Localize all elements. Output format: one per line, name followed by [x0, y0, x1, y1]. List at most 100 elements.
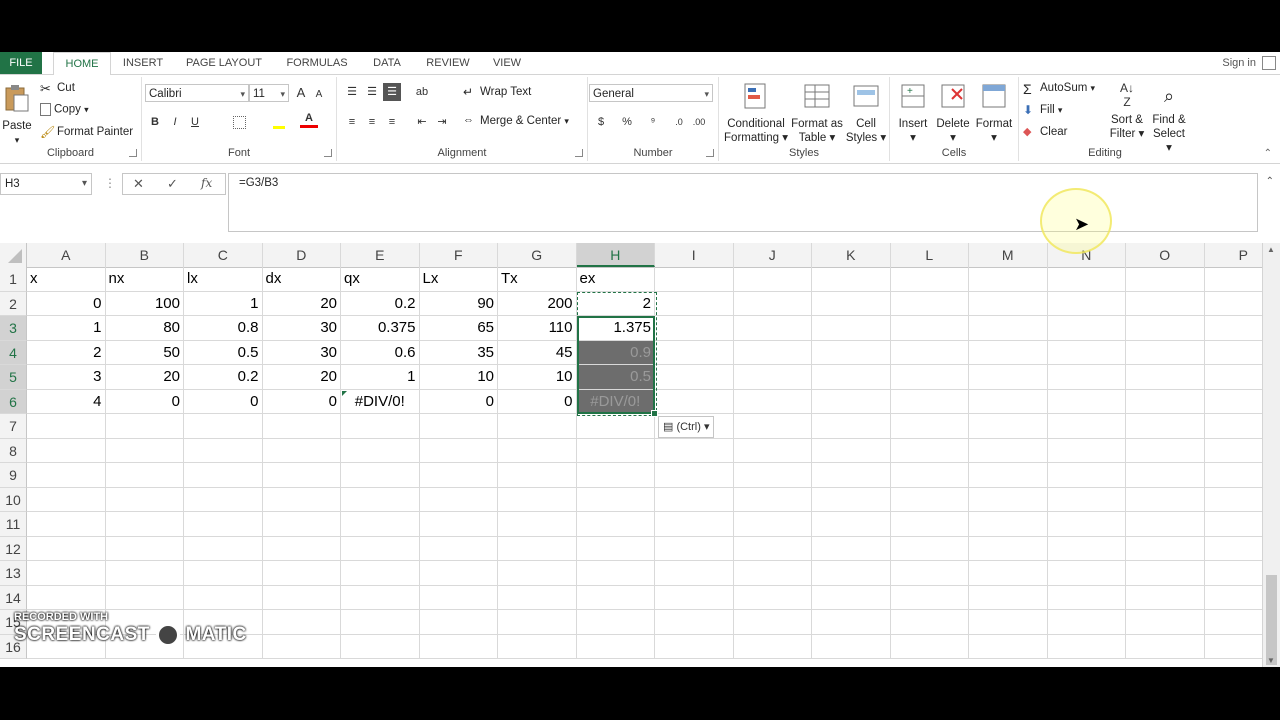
cell-e16[interactable]	[341, 634, 420, 659]
cell-f3[interactable]: 65	[419, 316, 498, 341]
cell-e2[interactable]: 0.2	[341, 291, 420, 316]
merge-center-button[interactable]: ⇔ Merge & Center ▾	[463, 114, 569, 128]
select-all-button[interactable]	[0, 243, 27, 267]
name-box[interactable]: H3	[0, 173, 92, 195]
cell-g6[interactable]: 0	[498, 389, 577, 414]
cell-f7[interactable]	[419, 414, 498, 439]
cell-g1[interactable]: Tx	[498, 267, 577, 292]
cell-a4[interactable]: 2	[27, 340, 106, 365]
cell-e4[interactable]: 0.6	[341, 340, 420, 365]
cell-h14[interactable]	[576, 585, 655, 610]
format-painter-button[interactable]: 🖌 Format Painter	[40, 125, 133, 139]
cell-j8[interactable]	[733, 438, 812, 463]
cell-g4[interactable]: 45	[498, 340, 577, 365]
cell-n16[interactable]	[1047, 634, 1126, 659]
cell-i1[interactable]	[655, 267, 734, 292]
cell-c13[interactable]	[184, 561, 263, 586]
conditional-formatting-button[interactable]: Conditional Formatting ▾	[723, 81, 789, 145]
cell-i15[interactable]	[655, 610, 734, 635]
cell-l16[interactable]	[890, 634, 969, 659]
column-header-i[interactable]: I	[655, 243, 734, 267]
borders-icon[interactable]	[230, 113, 248, 131]
format-as-table-button[interactable]: Format as Table ▾	[789, 81, 845, 145]
find-select-button[interactable]: ⌕ Find & Select ▾	[1149, 81, 1189, 155]
orientation-icon[interactable]: ab	[413, 83, 431, 101]
number-format-select[interactable]: General	[589, 84, 713, 103]
cell-d2[interactable]: 20	[262, 291, 341, 316]
cell-k15[interactable]	[812, 610, 891, 635]
cell-k2[interactable]	[812, 291, 891, 316]
cell-g9[interactable]	[498, 463, 577, 488]
cell-j7[interactable]	[733, 414, 812, 439]
cell-m4[interactable]	[969, 340, 1048, 365]
cell-f2[interactable]: 90	[419, 291, 498, 316]
percent-style-button[interactable]: %	[618, 113, 636, 131]
cell-b12[interactable]	[105, 536, 184, 561]
cell-o3[interactable]	[1126, 316, 1205, 341]
cell-k14[interactable]	[812, 585, 891, 610]
cell-l15[interactable]	[890, 610, 969, 635]
cell-a13[interactable]	[27, 561, 106, 586]
cell-c3[interactable]: 0.8	[184, 316, 263, 341]
cell-j3[interactable]	[733, 316, 812, 341]
cell-g3[interactable]: 110	[498, 316, 577, 341]
cell-d16[interactable]	[262, 634, 341, 659]
cell-n7[interactable]	[1047, 414, 1126, 439]
italic-button[interactable]: I	[166, 113, 184, 131]
row-header-2[interactable]: 2	[0, 291, 27, 316]
cell-d10[interactable]	[262, 487, 341, 512]
clear-button[interactable]: ◆ Clear	[1023, 125, 1067, 139]
cell-k9[interactable]	[812, 463, 891, 488]
tab-review[interactable]: REVIEW	[420, 52, 476, 74]
align-center-icon[interactable]: ≡	[363, 113, 381, 131]
cell-m15[interactable]	[969, 610, 1048, 635]
sort-filter-button[interactable]: A↓ Z Sort & Filter ▾	[1107, 81, 1147, 141]
cell-j9[interactable]	[733, 463, 812, 488]
cell-a12[interactable]	[27, 536, 106, 561]
cell-f13[interactable]	[419, 561, 498, 586]
cell-h12[interactable]	[576, 536, 655, 561]
cell-b5[interactable]: 20	[105, 365, 184, 390]
cell-c10[interactable]	[184, 487, 263, 512]
cell-a2[interactable]: 0	[27, 291, 106, 316]
cell-e6[interactable]: #DIV/0!	[341, 389, 420, 414]
scroll-down-icon[interactable]: ▼	[1267, 656, 1275, 665]
cell-m14[interactable]	[969, 585, 1048, 610]
cell-b6[interactable]: 0	[105, 389, 184, 414]
column-header-g[interactable]: G	[498, 243, 577, 267]
row-header-5[interactable]: 5	[0, 365, 27, 390]
cell-n9[interactable]	[1047, 463, 1126, 488]
cell-g11[interactable]	[498, 512, 577, 537]
cell-f6[interactable]: 0	[419, 389, 498, 414]
cell-f8[interactable]	[419, 438, 498, 463]
cell-f16[interactable]	[419, 634, 498, 659]
cell-e7[interactable]	[341, 414, 420, 439]
cell-g5[interactable]: 10	[498, 365, 577, 390]
cell-m8[interactable]	[969, 438, 1048, 463]
cell-g13[interactable]	[498, 561, 577, 586]
cell-d3[interactable]: 30	[262, 316, 341, 341]
cell-h1[interactable]: ex	[576, 267, 655, 292]
cell-k16[interactable]	[812, 634, 891, 659]
cell-f5[interactable]: 10	[419, 365, 498, 390]
format-cells-button[interactable]: Format ▾	[974, 81, 1014, 145]
vertical-scrollbar[interactable]: ▲ ▼	[1262, 243, 1280, 667]
decrease-decimal-icon[interactable]: .00	[690, 113, 708, 131]
cell-c5[interactable]: 0.2	[184, 365, 263, 390]
cell-a7[interactable]	[27, 414, 106, 439]
cell-j2[interactable]	[733, 291, 812, 316]
cut-button[interactable]: ✂ Cut	[40, 81, 75, 96]
cell-c12[interactable]	[184, 536, 263, 561]
cell-g2[interactable]: 200	[498, 291, 577, 316]
column-header-l[interactable]: L	[891, 243, 969, 267]
cell-l8[interactable]	[890, 438, 969, 463]
cell-a10[interactable]	[27, 487, 106, 512]
align-right-icon[interactable]: ≡	[383, 113, 401, 131]
cell-i16[interactable]	[655, 634, 734, 659]
cell-h3[interactable]: 1.375	[576, 316, 655, 341]
cell-a9[interactable]	[27, 463, 106, 488]
row-header-4[interactable]: 4	[0, 340, 27, 365]
cell-h13[interactable]	[576, 561, 655, 586]
cell-e1[interactable]: qx	[341, 267, 420, 292]
paste-button[interactable]: Paste ▾	[2, 83, 32, 147]
